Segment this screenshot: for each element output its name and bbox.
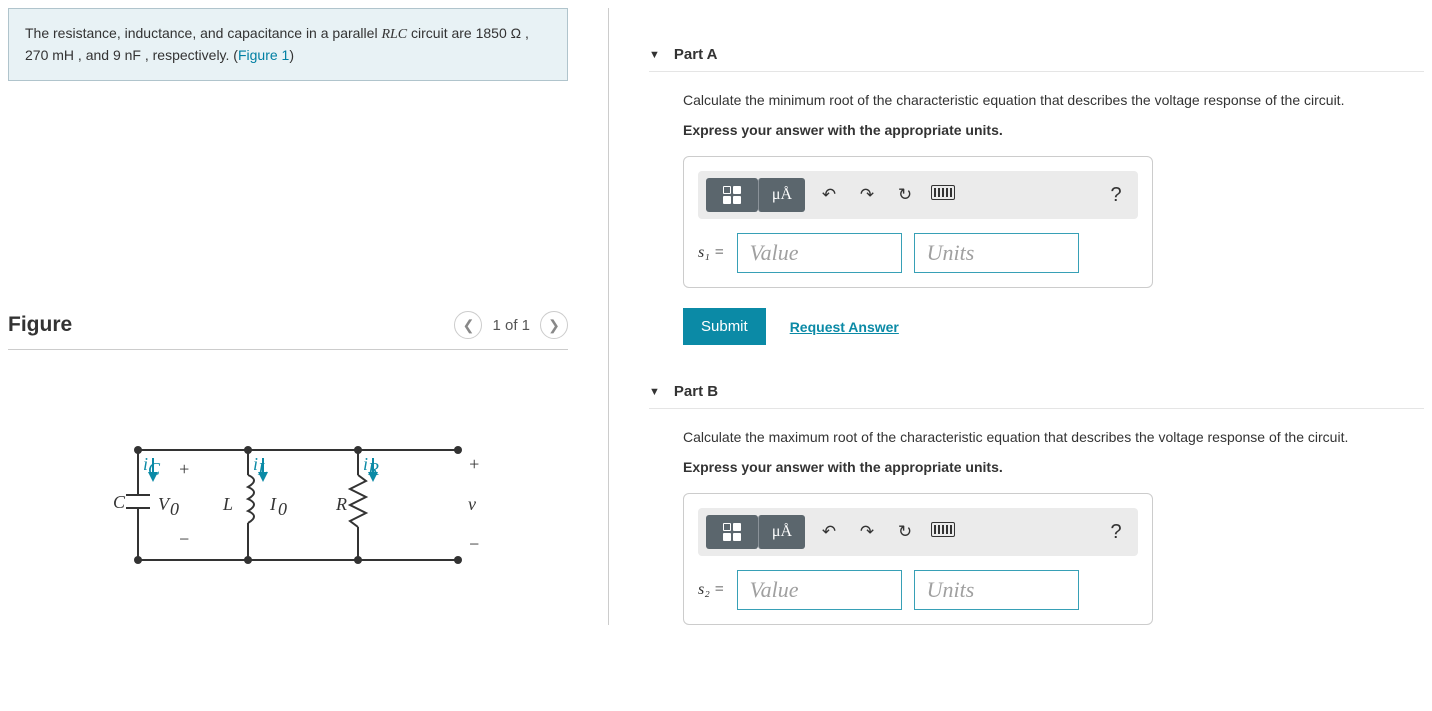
part-a-value-input[interactable] [737, 233, 902, 273]
svg-text:L: L [257, 459, 268, 479]
part-b-answer-box: μÅ ↶ ↷ ↻ ? s₂ = [683, 493, 1153, 625]
part-a-variable-label: s₁ = [698, 244, 725, 262]
request-answer-link[interactable]: Request Answer [790, 319, 899, 335]
part-b-instruction: Express your answer with the appropriate… [683, 459, 1424, 475]
svg-text:−: − [468, 534, 480, 554]
part-a-header[interactable]: ▼ Part A [649, 38, 1424, 72]
figure-pager: ❮ 1 of 1 ❯ [454, 311, 568, 339]
svg-text:C: C [148, 459, 161, 479]
figure-heading: Figure [8, 313, 72, 337]
svg-text:C: C [113, 492, 126, 512]
reset-icon[interactable]: ↻ [891, 185, 919, 205]
circuit-diagram: iC iL iR C V0 L I0 R v + − + − [8, 420, 568, 593]
svg-text:+: + [468, 454, 480, 474]
part-a-units-input[interactable] [914, 233, 1079, 273]
units-picker-button[interactable]: μÅ [758, 178, 805, 212]
redo-icon[interactable]: ↷ [853, 185, 881, 205]
help-icon[interactable]: ? [1102, 184, 1130, 207]
svg-text:I: I [269, 494, 277, 514]
part-b-value-input[interactable] [737, 570, 902, 610]
part-a-question: Calculate the minimum root of the charac… [683, 92, 1424, 108]
units-picker-button[interactable]: μÅ [758, 515, 805, 549]
svg-text:L: L [222, 494, 233, 514]
reset-icon[interactable]: ↻ [891, 522, 919, 542]
caret-down-icon: ▼ [649, 49, 660, 61]
keyboard-icon[interactable] [929, 522, 957, 542]
intro-text: The resistance, inductance, and capacita… [25, 25, 381, 41]
svg-text:v: v [468, 494, 476, 514]
redo-icon[interactable]: ↷ [853, 522, 881, 542]
svg-text:+: + [178, 459, 190, 479]
rlc-term: RLC [381, 27, 407, 42]
problem-statement: The resistance, inductance, and capacita… [8, 8, 568, 81]
undo-icon[interactable]: ↶ [815, 522, 843, 542]
templates-button[interactable] [706, 515, 758, 549]
l-value: 270 mH [25, 47, 74, 63]
keyboard-icon[interactable] [929, 185, 957, 205]
part-b-units-input[interactable] [914, 570, 1079, 610]
c-value: 9 nF [113, 47, 141, 63]
svg-text:0: 0 [278, 499, 287, 519]
svg-text:0: 0 [170, 499, 179, 519]
submit-button[interactable]: Submit [683, 308, 766, 345]
svg-text:−: − [178, 529, 190, 549]
part-a-title: Part A [674, 46, 718, 63]
r-value: 1850 Ω [476, 25, 522, 41]
part-a-instruction: Express your answer with the appropriate… [683, 122, 1424, 138]
figure-link[interactable]: Figure 1 [238, 47, 289, 63]
undo-icon[interactable]: ↶ [815, 185, 843, 205]
help-icon[interactable]: ? [1102, 521, 1130, 544]
part-b-question: Calculate the maximum root of the charac… [683, 429, 1424, 445]
part-b-header[interactable]: ▼ Part B [649, 375, 1424, 409]
part-a-answer-box: μÅ ↶ ↷ ↻ ? s₁ = [683, 156, 1153, 288]
part-b-variable-label: s₂ = [698, 581, 725, 599]
pager-prev-button[interactable]: ❮ [454, 311, 482, 339]
pager-next-button[interactable]: ❯ [540, 311, 568, 339]
svg-text:R: R [367, 459, 379, 479]
caret-down-icon: ▼ [649, 386, 660, 398]
svg-text:R: R [335, 494, 347, 514]
part-b-title: Part B [674, 383, 718, 400]
pager-label: 1 of 1 [492, 317, 530, 334]
templates-button[interactable] [706, 178, 758, 212]
